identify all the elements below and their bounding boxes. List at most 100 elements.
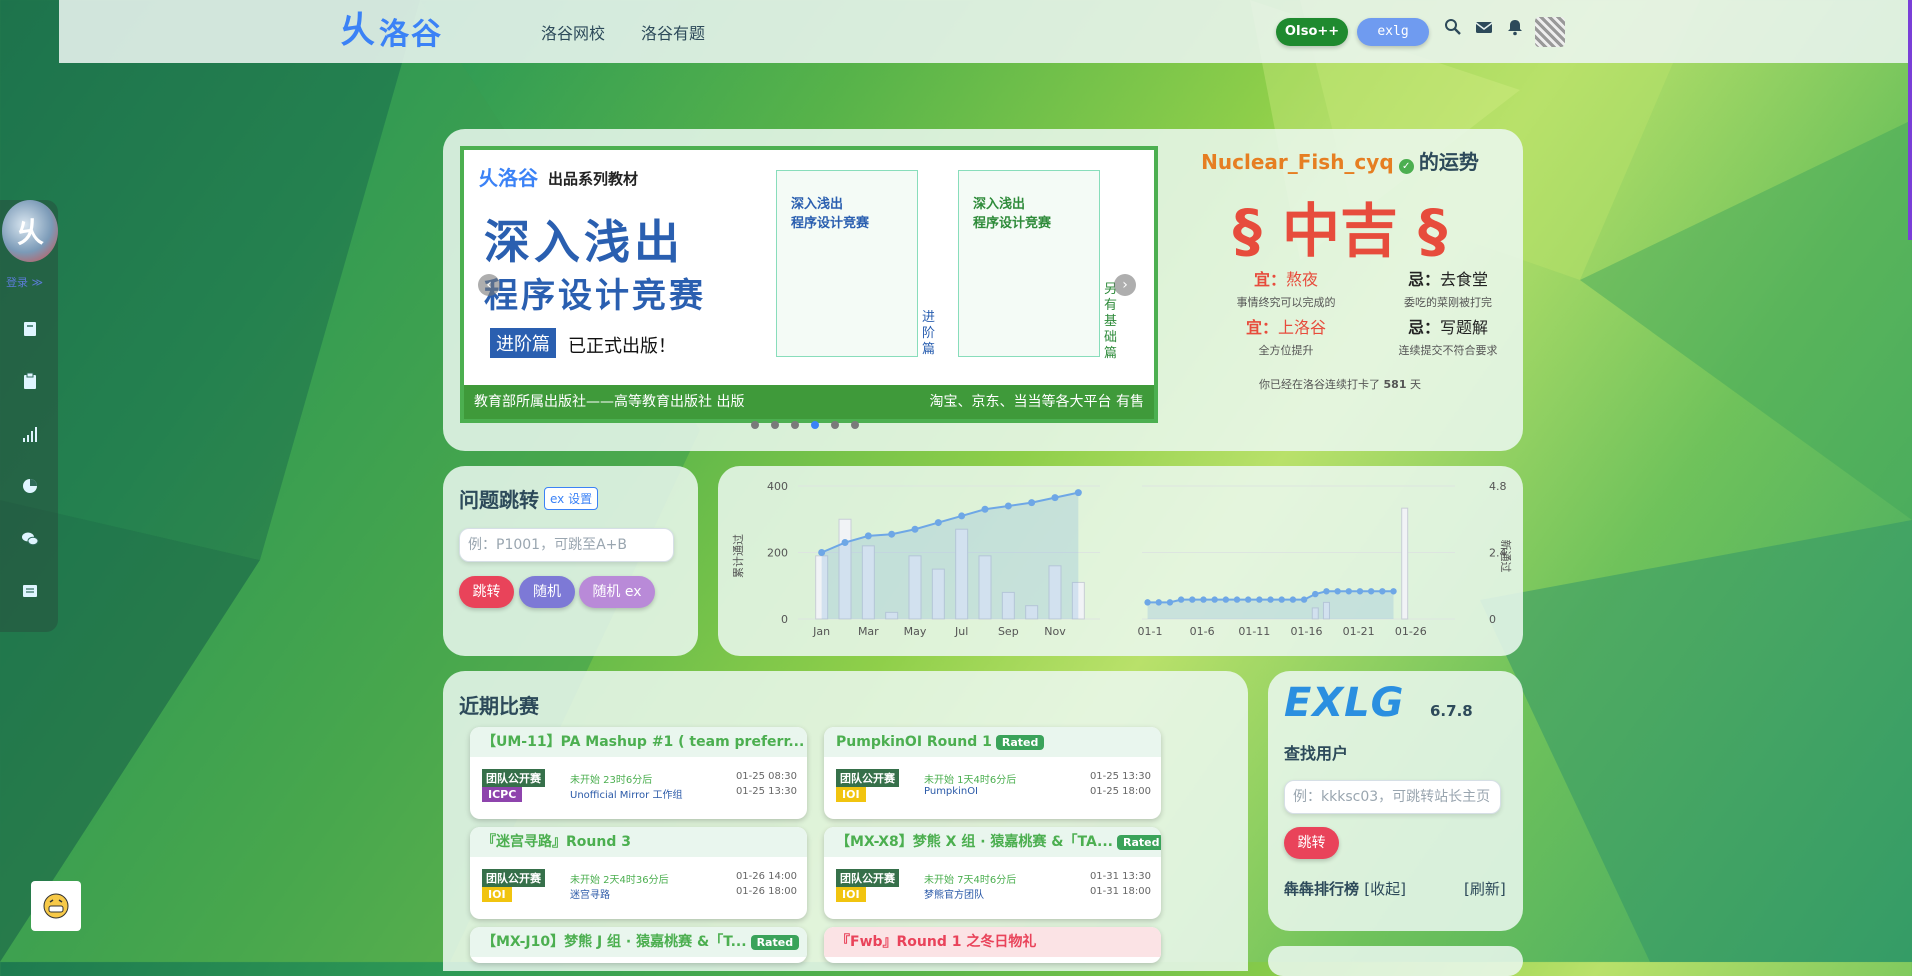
daily-line-point xyxy=(1356,588,1364,595)
sidebar-login-link[interactable]: 登录 ≫ xyxy=(6,274,43,290)
contest-organizer: PumpkinOI xyxy=(924,786,979,797)
book2-side-label: 另有基础篇 xyxy=(1104,282,1118,361)
logo-text: 洛谷 xyxy=(379,17,444,52)
problem-jump-input[interactable]: 例：P1001，可跳至A+B xyxy=(459,528,674,562)
comments-icon[interactable] xyxy=(20,530,40,548)
contest-visibility-tag: 团队公开赛 xyxy=(836,869,899,887)
line-area xyxy=(821,492,1079,619)
contest-title[interactable]: 【UM-11】PA Mashup #1 ( team preferr... xyxy=(482,734,804,750)
fortune-good-2: 宜：上洛谷 全方位提升 xyxy=(1245,318,1327,357)
find-user-jump-button[interactable]: 跳转 xyxy=(1284,827,1339,859)
luogu-logo[interactable]: 乆 洛谷 xyxy=(339,8,443,54)
contest-organizer: Unofficial Mirror 工作组 xyxy=(570,790,683,801)
contest-start-time: 01-31 13:30 xyxy=(1089,871,1151,882)
contest-name[interactable]: 『迷宫寻路』Round 3 xyxy=(470,827,807,857)
contest-type-tag: ICPC xyxy=(482,787,523,802)
contest-visibility-tag: 团队公开赛 xyxy=(482,869,545,887)
banner-subtitle: 已正式出版！ xyxy=(568,336,676,357)
user-avatar[interactable] xyxy=(1535,17,1565,47)
nav-link-school[interactable]: 洛谷网校 xyxy=(541,20,605,44)
emoji-button[interactable] xyxy=(31,881,81,931)
contest-card[interactable]: 【UM-11】PA Mashup #1 ( team preferr... 团队公… xyxy=(470,727,807,819)
ex-settings-button[interactable]: ex 设置 xyxy=(544,487,599,510)
contest-card[interactable]: 【MX-X8】梦熊 X 组 · 猿嘉桃赛 &「TA... Rated 团队公开赛 IO… xyxy=(824,827,1161,919)
contest-start-time: 01-25 08:30 xyxy=(735,771,797,782)
fortune-username[interactable]: Nuclear_Fish_cyq xyxy=(1201,150,1393,174)
random-button[interactable]: 随机 xyxy=(519,576,575,608)
contest-end-time: 01-26 18:00 xyxy=(735,886,797,897)
line-point-Jun xyxy=(934,519,942,527)
scrollbar-thumb[interactable] xyxy=(1908,0,1912,240)
x-tick-label: 01-1 xyxy=(1138,625,1163,638)
line-point-Jul xyxy=(958,512,966,520)
clipboard-icon[interactable] xyxy=(20,372,40,390)
x-tick-label: Nov xyxy=(1044,625,1066,638)
rank-title: 犇犇排行榜 [收起] xyxy=(1284,880,1406,898)
search-icon[interactable] xyxy=(1444,18,1462,41)
contest-status: 未开始 1天4时6分后 xyxy=(924,775,1017,786)
bell-icon[interactable] xyxy=(1506,18,1524,41)
fortune-bad-2: 忌：写题解 连续提交不符合要求 xyxy=(1398,318,1498,357)
oiso-button[interactable]: OIso++ xyxy=(1276,18,1348,46)
contest-status: 未开始 23时6分后 xyxy=(570,775,653,786)
contest-start-time: 01-26 14:00 xyxy=(735,871,797,882)
contest-card[interactable]: PumpkinOI Round 1 Rated 团队公开赛 IOI 未开始 1天4时6分… xyxy=(824,727,1161,819)
rank-collapse-link[interactable]: [收起] xyxy=(1364,880,1406,898)
x-tick-label: May xyxy=(904,625,927,638)
signal-icon[interactable] xyxy=(20,425,40,443)
contest-title[interactable]: 『迷宫寻路』Round 3 xyxy=(482,834,631,850)
recent-contests-card xyxy=(443,671,1248,971)
daily-line-point xyxy=(1155,599,1162,606)
carousel-dot-5[interactable] xyxy=(831,421,839,429)
banner-next-button[interactable]: › xyxy=(1114,274,1136,296)
contest-title[interactable]: 【MX-J10】梦熊 J 组 · 猿嘉桃赛 &「T... xyxy=(482,934,747,950)
contest-name[interactable]: 『Fwb』Round 1 之冬日物礼 xyxy=(824,927,1161,957)
find-user-input[interactable]: 例：kkksc03，可跳转站长主页 xyxy=(1284,780,1501,814)
exlg-button[interactable]: exlg xyxy=(1357,18,1429,46)
contest-title[interactable]: 『Fwb』Round 1 之冬日物礼 xyxy=(836,934,1036,950)
contest-card[interactable]: 【MX-J10】梦熊 J 组 · 猿嘉桃赛 &「T... Rated xyxy=(470,927,807,963)
carousel-dot-3[interactable] xyxy=(791,421,799,429)
line-point-Mar xyxy=(864,532,872,540)
banner-brand: 乆洛谷 xyxy=(478,166,538,190)
daily-line-point xyxy=(1200,596,1207,603)
banner-title-1: 深入浅出 xyxy=(484,215,684,269)
mail-icon[interactable] xyxy=(1475,18,1493,41)
logo-mark: 乆 xyxy=(339,10,376,51)
contest-card[interactable]: 『Fwb』Round 1 之冬日物礼 xyxy=(824,927,1161,963)
y-tick-label: 0 xyxy=(781,613,788,626)
contest-name[interactable]: 【MX-X8】梦熊 X 组 · 猿嘉桃赛 &「TA... Rated xyxy=(824,827,1161,857)
nav-link-problems[interactable]: 洛谷有题 xyxy=(641,20,705,44)
sidebar-avatar[interactable]: 乆 xyxy=(2,200,58,262)
line-point-Jan xyxy=(818,549,826,556)
carousel-dot-4-active[interactable] xyxy=(811,421,819,429)
exlg-logo: EXLG xyxy=(1284,680,1405,726)
daily-line-point xyxy=(1211,596,1218,603)
newspaper-icon[interactable] xyxy=(20,582,40,600)
promo-banner[interactable]: 乆洛谷 出品系列教材 深入浅出 程序设计竞赛 进阶篇 已正式出版！ 深入浅出 程序… xyxy=(460,146,1158,423)
contest-name[interactable]: 【UM-11】PA Mashup #1 ( team preferr... xyxy=(470,727,807,757)
carousel-dot-1[interactable] xyxy=(751,421,759,429)
contest-title[interactable]: PumpkinOI Round 1 xyxy=(836,734,992,750)
rank-refresh-link[interactable]: [刷新] xyxy=(1464,878,1506,899)
banner-title-2: 程序设计竞赛 xyxy=(484,276,706,316)
contest-card[interactable]: 『迷宫寻路』Round 3 团队公开赛 IOI 未开始 2天4时36分后 迷宫寻路 01-… xyxy=(470,827,807,919)
random-ex-button[interactable]: 随机 ex xyxy=(579,576,655,608)
carousel-dot-6[interactable] xyxy=(851,421,859,429)
y-axis-label: 累计通过 xyxy=(732,534,745,578)
banner-footer-left: 教育部所属出版社——高等教育出版社 出版 xyxy=(474,394,745,410)
yearly-pass-chart: 0 200 400 累计通过 Jan Mar May Jul Sep Nov xyxy=(732,480,1100,638)
daily-line-point xyxy=(1166,599,1174,606)
carousel-dot-2[interactable] xyxy=(771,421,779,429)
line-point-Oct xyxy=(1028,499,1036,507)
book1-side-label: 进阶篇 xyxy=(922,310,936,357)
top-navbar xyxy=(59,0,1908,63)
jump-button[interactable]: 跳转 xyxy=(459,576,514,608)
contest-title[interactable]: 【MX-X8】梦熊 X 组 · 猿嘉桃赛 &「TA... xyxy=(836,834,1113,850)
book-icon[interactable] xyxy=(20,320,40,338)
contest-name[interactable]: 【MX-J10】梦熊 J 组 · 猿嘉桃赛 &「T... Rated xyxy=(470,927,807,957)
pie-chart-icon[interactable] xyxy=(20,477,40,495)
banner-prev-button[interactable]: ‹ xyxy=(478,274,500,296)
y-axis-label: 新通过 xyxy=(1499,540,1513,573)
contest-name[interactable]: PumpkinOI Round 1 Rated xyxy=(824,727,1161,757)
